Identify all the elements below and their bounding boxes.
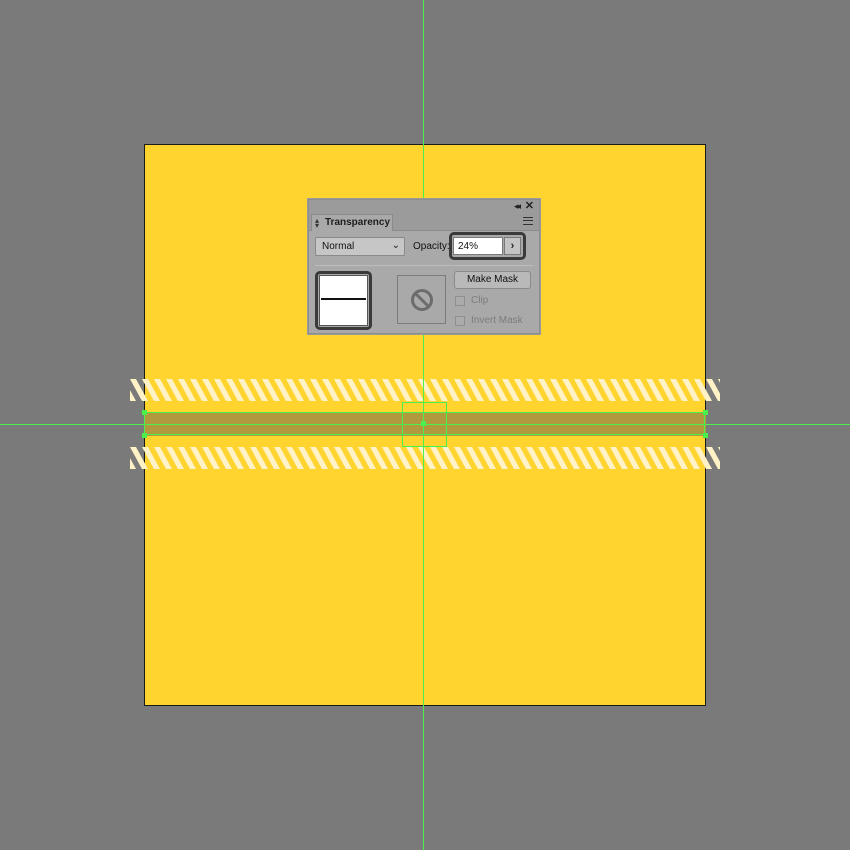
clip-checkbox[interactable] — [455, 296, 465, 306]
selection-handle-top-right[interactable] — [703, 410, 708, 415]
tab-label: Transparency — [325, 217, 391, 228]
close-icon[interactable]: ✕ — [525, 200, 534, 212]
tab-transparency[interactable]: ▴ ▾ Transparency — [311, 214, 393, 231]
tab-toggle-icon[interactable]: ▴ ▾ — [315, 217, 319, 230]
invert-mask-checkbox[interactable] — [455, 316, 465, 326]
clip-label: Clip — [471, 295, 489, 306]
opacity-label: Opacity: — [413, 241, 450, 252]
invert-mask-label: Invert Mask — [471, 315, 523, 326]
center-point[interactable] — [421, 421, 426, 426]
selection-handle-bottom-left[interactable] — [142, 433, 147, 438]
chevron-down-icon: ⌄ — [391, 240, 400, 251]
panel-divider — [315, 265, 533, 266]
transparency-panel: ◂◂ ✕ ▴▾ Transparency Normal ⌄ Opacity: › — [308, 199, 540, 334]
collapse-panel-icon[interactable]: ◂◂ — [514, 200, 521, 212]
panel-tab-row: ▴ ▾ Transparency — [309, 212, 539, 231]
no-mask-icon — [411, 289, 433, 311]
selection-handle-top-left[interactable] — [142, 410, 147, 415]
blend-mode-dropdown[interactable]: Normal ⌄ — [315, 237, 405, 256]
panel-header-bar[interactable]: ◂◂ ✕ — [309, 200, 539, 212]
selection-handle-bottom-right[interactable] — [703, 433, 708, 438]
make-mask-button[interactable]: Make Mask — [454, 271, 531, 289]
blend-mode-value: Normal — [322, 241, 355, 252]
thumbnail-highlight-outline — [315, 271, 372, 330]
stripe-pattern-top — [130, 379, 720, 401]
opacity-highlight-outline — [449, 232, 526, 260]
mask-thumbnail[interactable] — [397, 275, 446, 324]
illustrator-canvas[interactable]: ◂◂ ✕ ▴▾ Transparency Normal ⌄ Opacity: › — [0, 0, 850, 850]
striped-band-bottom[interactable] — [130, 447, 720, 469]
panel-menu-icon[interactable] — [523, 217, 533, 225]
striped-band-top[interactable] — [130, 379, 720, 401]
stripe-pattern-bottom — [130, 447, 720, 469]
